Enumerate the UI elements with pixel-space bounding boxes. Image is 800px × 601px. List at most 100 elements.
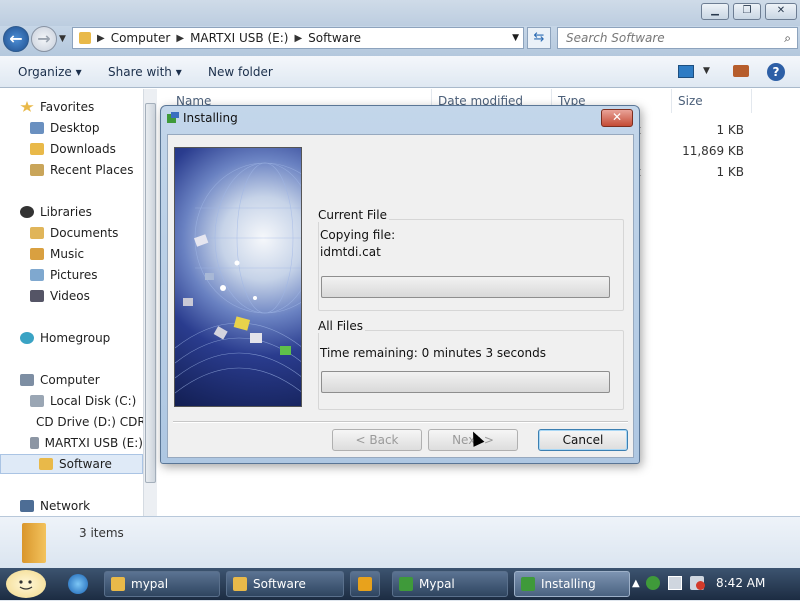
system-clock[interactable]: 8:42 AM: [716, 576, 765, 590]
taskbar-button-mypal-installer[interactable]: Mypal: [392, 571, 508, 597]
muted-badge-icon: [696, 581, 705, 590]
volume-muted-icon[interactable]: [690, 576, 705, 590]
taskbar-button-mypal[interactable]: mypal: [104, 571, 220, 597]
view-options-icon[interactable]: [678, 65, 694, 78]
address-dropdown-icon[interactable]: ▼: [512, 33, 519, 43]
column-header-size[interactable]: Size: [672, 89, 752, 113]
nav-item-label: Pictures: [50, 268, 98, 282]
taskbar-button-label: Mypal: [419, 577, 455, 591]
current-file-name: idmtdi.cat: [320, 245, 381, 259]
dialog-title: Installing: [183, 111, 238, 125]
search-icon[interactable]: ⌕: [784, 28, 791, 48]
taskbar-button-software[interactable]: Software: [226, 571, 344, 597]
nav-network-label: Network: [40, 499, 91, 513]
nav-libraries-label: Libraries: [40, 205, 92, 219]
nav-libraries[interactable]: Libraries: [0, 202, 143, 222]
organize-button[interactable]: Organize ▾: [18, 65, 82, 79]
search-input[interactable]: Search Software ⌕: [557, 27, 798, 49]
nav-favorites-label: Favorites: [40, 100, 95, 114]
nav-favorites[interactable]: Favorites: [0, 97, 143, 117]
taskbar: mypal Software Mypal Installing ▲ 8:42 A…: [0, 568, 800, 600]
network-icon: [20, 500, 34, 512]
window-titlebar: ▁ ❐ ✕: [0, 0, 800, 26]
downloads-folder-icon: [30, 143, 44, 155]
current-file-progress-bar: [321, 276, 610, 298]
all-files-progress-bar: [321, 371, 610, 393]
nav-item-label: Recent Places: [50, 163, 134, 177]
installer-icon: [166, 111, 180, 125]
nav-scrollbar[interactable]: [143, 89, 157, 516]
navigation-pane: Favorites Desktop Downloads Recent Place…: [0, 89, 143, 516]
close-button[interactable]: ✕: [765, 3, 797, 20]
breadcrumb-software[interactable]: Software: [308, 31, 361, 45]
taskbar-button-installing[interactable]: Installing: [514, 571, 630, 597]
scrollbar-thumb[interactable]: [145, 103, 156, 483]
installing-dialog: Installing ✕ Current File Copying file: …: [160, 105, 640, 464]
recent-places-icon: [30, 164, 44, 176]
network-tray-icon[interactable]: [668, 576, 682, 590]
start-logo-icon: [19, 580, 33, 590]
chevron-right-icon[interactable]: ▶: [294, 33, 302, 44]
nav-item-usb-drive[interactable]: MARTXI USB (E:): [0, 433, 143, 453]
nav-item-downloads[interactable]: Downloads: [0, 139, 143, 159]
nav-item-documents[interactable]: Documents: [0, 223, 143, 243]
cancel-button[interactable]: Cancel: [538, 429, 628, 451]
nav-computer[interactable]: Computer: [0, 370, 143, 390]
nav-item-local-disk[interactable]: Local Disk (C:): [0, 391, 143, 411]
internet-explorer-icon[interactable]: [68, 574, 88, 594]
current-file-group-label: Current File: [316, 208, 389, 222]
all-files-group: [318, 330, 624, 410]
installer-icon: [399, 577, 413, 591]
view-dropdown-icon[interactable]: ▼: [703, 66, 710, 76]
nav-network[interactable]: Network: [0, 496, 143, 516]
preview-pane-icon[interactable]: [733, 65, 749, 77]
history-dropdown-icon[interactable]: ▼: [59, 34, 66, 44]
maximize-button[interactable]: ❐: [733, 3, 761, 20]
dialog-close-button[interactable]: ✕: [601, 109, 633, 127]
folder-icon: [79, 32, 91, 44]
show-hidden-icons-icon[interactable]: ▲: [632, 578, 640, 589]
help-icon[interactable]: ?: [767, 63, 785, 81]
nav-item-label: Local Disk (C:): [50, 394, 137, 408]
chevron-right-icon[interactable]: ▶: [176, 33, 184, 44]
chevron-right-icon[interactable]: ▶: [97, 33, 105, 44]
media-player-icon: [358, 577, 372, 591]
breadcrumb-usb[interactable]: MARTXI USB (E:): [190, 31, 288, 45]
nav-item-software[interactable]: Software: [0, 454, 143, 474]
copying-file-label: Copying file:: [320, 228, 396, 242]
back-button[interactable]: < Back: [332, 429, 422, 451]
nav-item-label: MARTXI USB (E:): [44, 436, 143, 450]
nav-item-recent-places[interactable]: Recent Places: [0, 160, 143, 180]
star-icon: [20, 101, 34, 112]
minimize-button[interactable]: ▁: [701, 3, 729, 20]
dialog-body: Current File Copying file: idmtdi.cat Al…: [167, 134, 634, 458]
nav-item-music[interactable]: Music: [0, 244, 143, 264]
taskbar-button-media[interactable]: [350, 571, 380, 597]
start-button[interactable]: [6, 570, 46, 598]
file-row-size: 1 KB: [716, 165, 744, 179]
back-button[interactable]: ←: [3, 26, 29, 52]
folder-icon: [111, 577, 125, 591]
forward-button[interactable]: →: [31, 26, 57, 52]
nav-item-label: Downloads: [50, 142, 116, 156]
homegroup-icon: [20, 332, 34, 344]
nav-homegroup[interactable]: Homegroup: [0, 328, 143, 348]
taskbar-button-label: Installing: [541, 577, 596, 591]
nav-item-cd-drive[interactable]: CD Drive (D:) CDR: [0, 412, 143, 432]
address-bar[interactable]: ▶ Computer ▶ MARTXI USB (E:) ▶ Software …: [72, 27, 524, 49]
security-shield-icon[interactable]: [646, 576, 660, 590]
taskbar-button-label: mypal: [131, 577, 169, 591]
share-with-button[interactable]: Share with ▾: [108, 65, 182, 79]
taskbar-button-label: Software: [253, 577, 306, 591]
nav-item-videos[interactable]: Videos: [0, 286, 143, 306]
refresh-button[interactable]: ⇆: [527, 27, 551, 49]
nav-item-label: Videos: [50, 289, 90, 303]
breadcrumb-computer[interactable]: Computer: [111, 31, 171, 45]
new-folder-button[interactable]: New folder: [208, 65, 273, 79]
nav-item-label: CD Drive (D:) CDR: [36, 415, 143, 429]
nav-item-label: Documents: [50, 226, 119, 240]
nav-item-pictures[interactable]: Pictures: [0, 265, 143, 285]
folder-icon: [233, 577, 247, 591]
nav-item-desktop[interactable]: Desktop: [0, 118, 143, 138]
search-placeholder: Search Software: [566, 31, 665, 45]
